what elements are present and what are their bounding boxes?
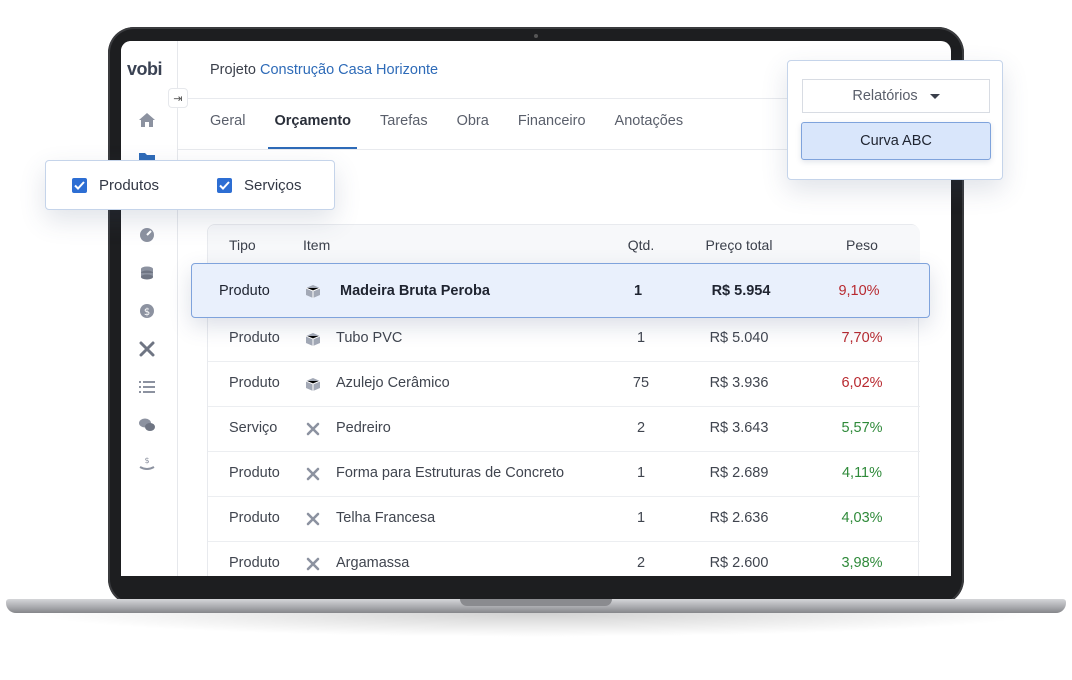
cell-item: Telha Francesa xyxy=(336,510,436,526)
cell-qtd: 1 xyxy=(636,510,646,526)
tab-financeiro[interactable]: Financeiro xyxy=(518,99,586,149)
box-icon xyxy=(305,378,321,391)
sidebar-collapse-button[interactable]: ⇥ xyxy=(168,88,188,108)
tab-obra[interactable]: Obra xyxy=(457,99,489,149)
tab-tarefas[interactable]: Tarefas xyxy=(380,99,428,149)
filter-servicos[interactable]: Serviços xyxy=(217,177,302,194)
cell-tipo: Serviço xyxy=(229,420,278,436)
cell-qtd: 1 xyxy=(636,465,646,481)
column-item[interactable]: Item xyxy=(303,237,330,253)
cell-qtd: 1 xyxy=(636,330,646,346)
filter-label: Produtos xyxy=(99,177,160,194)
tools-icon xyxy=(306,512,320,526)
cell-tipo: Produto xyxy=(229,465,280,481)
cell-preco: R$ 2.600 xyxy=(709,555,769,571)
cell-preco: R$ 5.954 xyxy=(711,283,771,299)
caret-down-icon xyxy=(929,93,940,99)
table-row[interactable]: Produto Argamassa 2 R$ 2.600 3,98% xyxy=(208,542,920,576)
highlighted-table-row[interactable]: Produto Madeira Bruta Peroba 1 R$ 5.954 … xyxy=(191,263,930,318)
box-icon xyxy=(305,333,321,346)
filter-produtos[interactable]: Produtos xyxy=(72,177,159,194)
home-icon[interactable] xyxy=(136,109,158,131)
cell-tipo: Produto xyxy=(229,330,280,346)
project-breadcrumb: Projeto Construção Casa Horizonte xyxy=(210,62,438,78)
dollar-icon[interactable]: $ xyxy=(136,300,158,322)
cell-preco: R$ 2.636 xyxy=(709,510,769,526)
cell-item: Tubo PVC xyxy=(336,330,403,346)
coins-stack-icon[interactable] xyxy=(136,262,158,284)
gauge-icon[interactable] xyxy=(136,224,158,246)
reports-dropdown[interactable]: Relatórios xyxy=(802,79,990,113)
column-peso[interactable]: Peso xyxy=(846,237,878,253)
cell-peso: 7,70% xyxy=(841,330,883,346)
cell-tipo: Produto xyxy=(229,555,280,571)
tab-geral[interactable]: Geral xyxy=(210,99,245,149)
project-prefix: Projeto xyxy=(210,62,256,78)
tools-icon xyxy=(306,557,320,571)
cell-qtd: 75 xyxy=(632,375,650,391)
laptop-notch xyxy=(460,599,612,606)
checkbox-checked-icon[interactable] xyxy=(217,178,232,193)
cell-peso: 9,10% xyxy=(838,283,880,299)
cell-item: Pedreiro xyxy=(336,420,391,436)
cell-item: Azulejo Cerâmico xyxy=(336,375,450,391)
project-name-link[interactable]: Construção Casa Horizonte xyxy=(260,62,438,78)
cell-peso: 5,57% xyxy=(841,420,883,436)
arrow-right-icon: ⇥ xyxy=(173,92,183,105)
tools-icon[interactable] xyxy=(136,338,158,360)
table-row[interactable]: Produto Telha Francesa 1 R$ 2.636 4,03% xyxy=(208,497,920,542)
cell-tipo: Produto xyxy=(229,375,280,391)
chat-icon[interactable] xyxy=(136,414,158,436)
curva-abc-button[interactable]: Curva ABC xyxy=(801,122,991,160)
svg-text:$: $ xyxy=(144,456,149,465)
cell-preco: R$ 3.643 xyxy=(709,420,769,436)
cell-item: Argamassa xyxy=(336,555,410,571)
tab-orcamento[interactable]: Orçamento xyxy=(268,99,357,149)
cell-peso: 6,02% xyxy=(841,375,883,391)
camera-dot xyxy=(534,34,538,38)
cell-item: Forma para Estruturas de Concreto xyxy=(336,465,565,481)
column-qtd[interactable]: Qtd. xyxy=(628,237,654,253)
app-logo: vobi xyxy=(127,59,163,79)
laptop-shadow xyxy=(30,613,1042,637)
reports-card: Relatórios Curva ABC xyxy=(787,60,1003,180)
cell-peso: 3,98% xyxy=(841,555,883,571)
hand-money-icon[interactable]: $ xyxy=(136,452,158,474)
svg-text:$: $ xyxy=(144,307,150,318)
cell-item: Madeira Bruta Peroba xyxy=(340,283,490,299)
cell-qtd: 2 xyxy=(636,555,646,571)
cell-tipo: Produto xyxy=(229,510,280,526)
filter-label: Serviços xyxy=(244,177,302,194)
type-filter-card: Produtos Serviços xyxy=(45,160,335,210)
table-row[interactable]: Produto Tubo PVC 1 R$ 5.040 7,70% xyxy=(208,317,920,362)
column-preco-total[interactable]: Preço total xyxy=(706,237,773,253)
cell-peso: 4,11% xyxy=(841,465,883,481)
cell-qtd: 2 xyxy=(636,420,646,436)
tab-anotacoes[interactable]: Anotações xyxy=(615,99,684,149)
box-icon xyxy=(305,285,321,298)
table-row[interactable]: Produto Azulejo Cerâmico 75 R$ 3.936 6,0… xyxy=(208,362,920,407)
sidebar: vobi $ $ xyxy=(121,41,178,576)
tools-icon xyxy=(306,422,320,436)
project-tabs: Geral Orçamento Tarefas Obra Financeiro … xyxy=(210,99,712,149)
cell-peso: 4,03% xyxy=(841,510,883,526)
cell-preco: R$ 3.936 xyxy=(709,375,769,391)
table-row[interactable]: Produto Forma para Estruturas de Concret… xyxy=(208,452,920,497)
table-row[interactable]: Serviço Pedreiro 2 R$ 3.643 5,57% xyxy=(208,407,920,452)
reports-label: Relatórios xyxy=(852,88,918,104)
cell-qtd: 1 xyxy=(633,283,643,299)
cell-tipo: Produto xyxy=(219,283,270,299)
column-tipo[interactable]: Tipo xyxy=(229,237,256,253)
table-header: Tipo Item Qtd. Preço total Peso xyxy=(208,225,920,265)
checkbox-checked-icon[interactable] xyxy=(72,178,87,193)
list-icon[interactable] xyxy=(136,376,158,398)
cell-preco: R$ 2.689 xyxy=(709,465,769,481)
tools-icon xyxy=(306,467,320,481)
cell-preco: R$ 5.040 xyxy=(709,330,769,346)
